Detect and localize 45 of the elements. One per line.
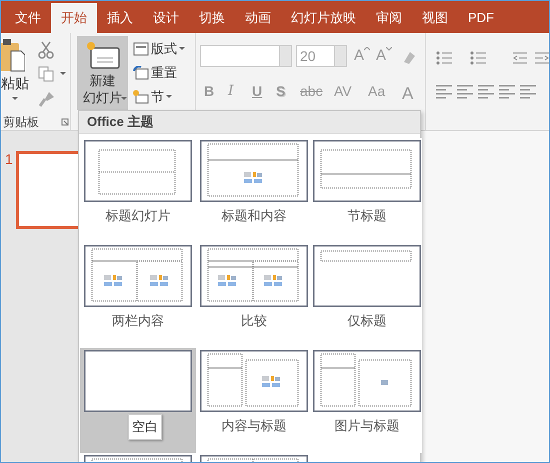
group-label: 剪贴板 — [3, 114, 39, 131]
brush-icon — [39, 91, 55, 107]
align-icon — [520, 85, 536, 99]
caret-icon — [166, 95, 172, 98]
caret-icon — [179, 47, 185, 50]
ribbon-tab[interactable]: PDF — [458, 3, 504, 33]
ribbon-button[interactable]: 节 — [133, 87, 172, 106]
tooltip: 空白 — [128, 414, 162, 440]
align-icon — [457, 85, 473, 99]
align-icon — [478, 85, 494, 99]
layout-option[interactable]: 空白 — [80, 348, 196, 453]
copy-icon — [38, 66, 54, 82]
launcher-icon — [61, 118, 69, 126]
layout-option[interactable]: 仅标题 — [312, 243, 422, 348]
caret-icon — [121, 97, 127, 100]
layout-option[interactable]: 节标题 — [312, 138, 422, 243]
slide-thumbnail[interactable] — [16, 151, 78, 229]
font-size-field[interactable]: 20 — [296, 45, 347, 67]
ribbon-tab[interactable]: 幻灯片放映 — [281, 3, 366, 33]
ribbon-button[interactable]: 版式 — [133, 39, 185, 58]
scissors-icon — [38, 41, 54, 59]
indent-icon — [534, 51, 549, 65]
slide-icon — [84, 40, 120, 70]
ribbon-tab[interactable]: 设计 — [143, 3, 189, 33]
ribbon-button[interactable]: 重置 — [133, 63, 177, 82]
caret-icon — [60, 72, 66, 75]
ribbon-tab[interactable]: 动画 — [235, 3, 281, 33]
menu-header: Office 主题 — [79, 111, 420, 134]
layout-option[interactable]: 图片与标题 — [312, 348, 422, 453]
ribbon-tab[interactable]: 切换 — [189, 3, 235, 33]
ribbon-tab[interactable]: 文件 — [5, 3, 51, 33]
numbering-icon — [470, 51, 486, 65]
caret-icon — [12, 97, 18, 100]
font-name-field[interactable] — [200, 45, 292, 67]
ribbon-tab[interactable]: 视图 — [412, 3, 458, 33]
new-slide-button[interactable]: 新建 幻灯片 — [77, 36, 128, 110]
align-icon — [499, 85, 515, 99]
paste-button[interactable]: 粘贴 — [1, 73, 29, 94]
bullets-icon — [436, 51, 452, 65]
ribbon-tab[interactable]: 开始 — [51, 3, 97, 33]
align-icon — [436, 85, 452, 99]
indent-icon — [512, 51, 528, 65]
ribbon-tab[interactable]: 插入 — [97, 3, 143, 33]
ribbon-tab[interactable]: 审阅 — [366, 3, 412, 33]
slide-number: 1 — [5, 150, 13, 169]
